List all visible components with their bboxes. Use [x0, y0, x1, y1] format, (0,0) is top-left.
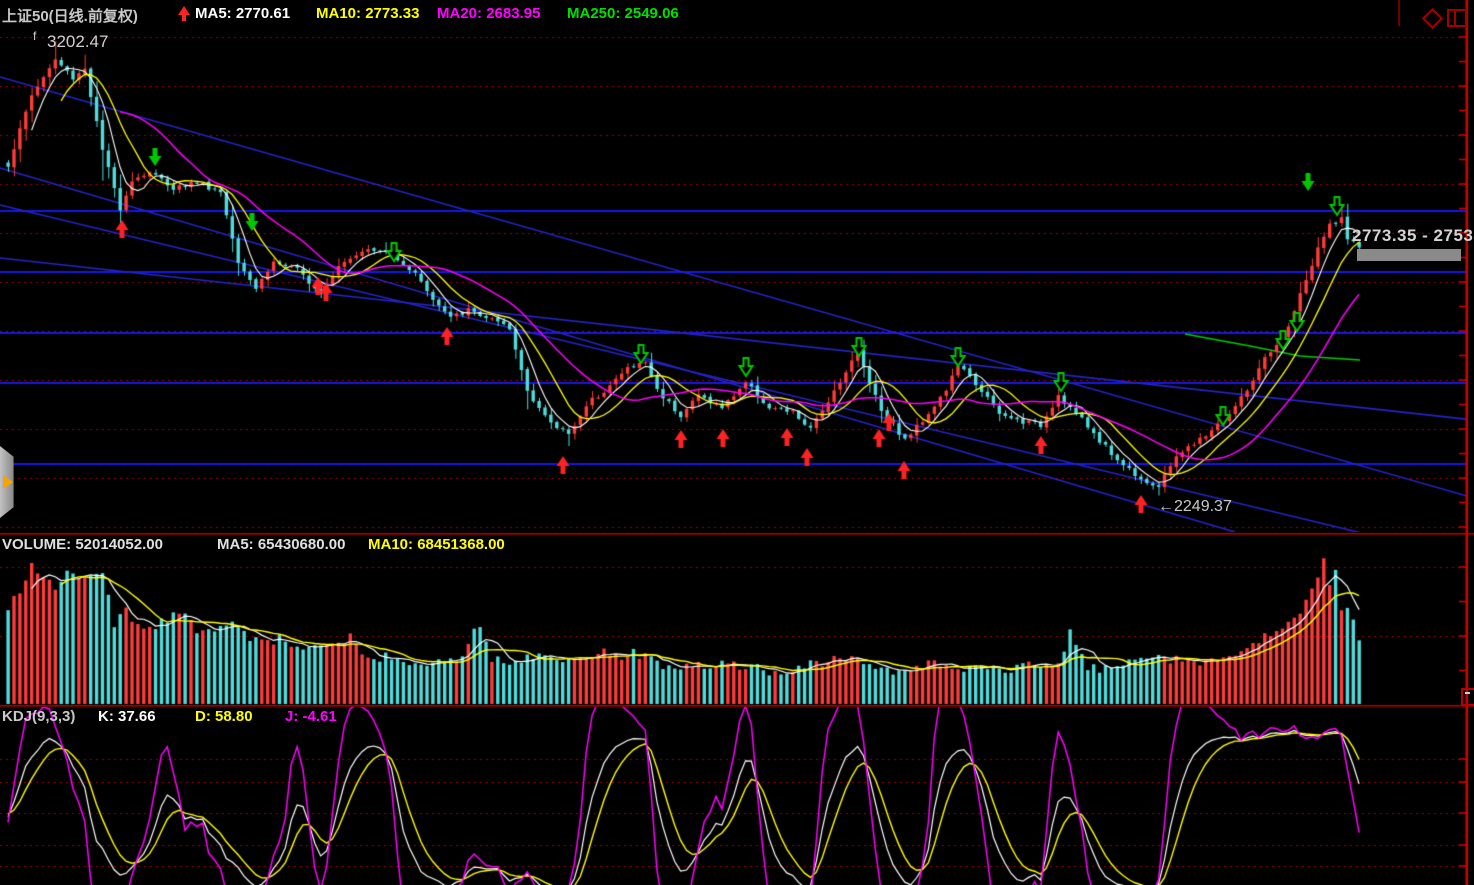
scroll-corner-button[interactable] [1461, 688, 1474, 706]
ma10-readout: MA10: 2773.33 [316, 5, 419, 22]
kdj-panel[interactable] [0, 706, 1466, 885]
chart-header: 上证50(日线.前复权) MA5: 2770.61 MA10: 2773.33 … [0, 3, 1474, 29]
up-arrow-icon [177, 6, 191, 22]
ma5-readout: MA5: 2770.61 [195, 5, 290, 22]
ma20-value: 2683.95 [486, 5, 540, 22]
ma5-label: MA5: [195, 5, 232, 22]
d-value: 58.80 [215, 708, 253, 725]
peak-price-label: 3202.47 [47, 32, 108, 52]
j-label: J: [285, 708, 298, 725]
symbol-title[interactable]: 上证50(日线.前复权) [2, 5, 138, 26]
vol-ma10-readout: MA10: 68451368.00 [368, 536, 505, 553]
ma20-readout: MA20: 2683.95 [437, 5, 540, 22]
price-range-highlight-bar [1357, 249, 1461, 261]
j-readout: J: -4.61 [285, 708, 337, 725]
d-readout: D: 58.80 [195, 708, 253, 725]
ma250-label: MA250: [567, 5, 620, 22]
vol-ma5-readout: MA5: 65430680.00 [217, 536, 345, 553]
ma250-readout: MA250: 2549.06 [567, 5, 679, 22]
ma250-value: 2549.06 [625, 5, 679, 22]
expand-arrow-icon [3, 475, 13, 489]
peak-marker: f [33, 29, 36, 43]
vol-ma5-label: MA5: [217, 536, 254, 553]
d-label: D: [195, 708, 211, 725]
main-price-panel[interactable] [0, 30, 1466, 533]
toolbar-divider [1398, 0, 1400, 26]
low-price-label: ←2249.37 [1158, 498, 1232, 516]
j-value: -4.61 [303, 708, 337, 725]
volume-header: VOLUME: 52014052.00 MA5: 65430680.00 MA1… [0, 536, 1474, 554]
kdj-name[interactable]: KDJ(9,3,3) [2, 708, 75, 725]
price-range-tooltip: 2773.35 - 2753 [1352, 226, 1474, 246]
vol-ma10-value: 68451368.00 [417, 536, 505, 553]
volume-label: VOLUME: [2, 536, 71, 553]
volume-panel[interactable] [0, 534, 1466, 705]
ma10-value: 2773.33 [365, 5, 419, 22]
vol-ma5-value: 65430680.00 [258, 536, 346, 553]
volume-value: 52014052.00 [75, 536, 163, 553]
k-label: K: [98, 708, 114, 725]
stock-chart-window: 上证50(日线.前复权) MA5: 2770.61 MA10: 2773.33 … [0, 0, 1474, 885]
split-window-icon[interactable] [1447, 9, 1467, 27]
vol-ma10-label: MA10: [368, 536, 413, 553]
ma20-label: MA20: [437, 5, 482, 22]
ma5-value: 2770.61 [236, 5, 290, 22]
k-value: 37.66 [118, 708, 156, 725]
kdj-header: KDJ(9,3,3) K: 37.66 D: 58.80 J: -4.61 [0, 708, 1474, 726]
ma10-label: MA10: [316, 5, 361, 22]
k-readout: K: 37.66 [98, 708, 156, 725]
volume-readout: VOLUME: 52014052.00 [2, 536, 163, 553]
